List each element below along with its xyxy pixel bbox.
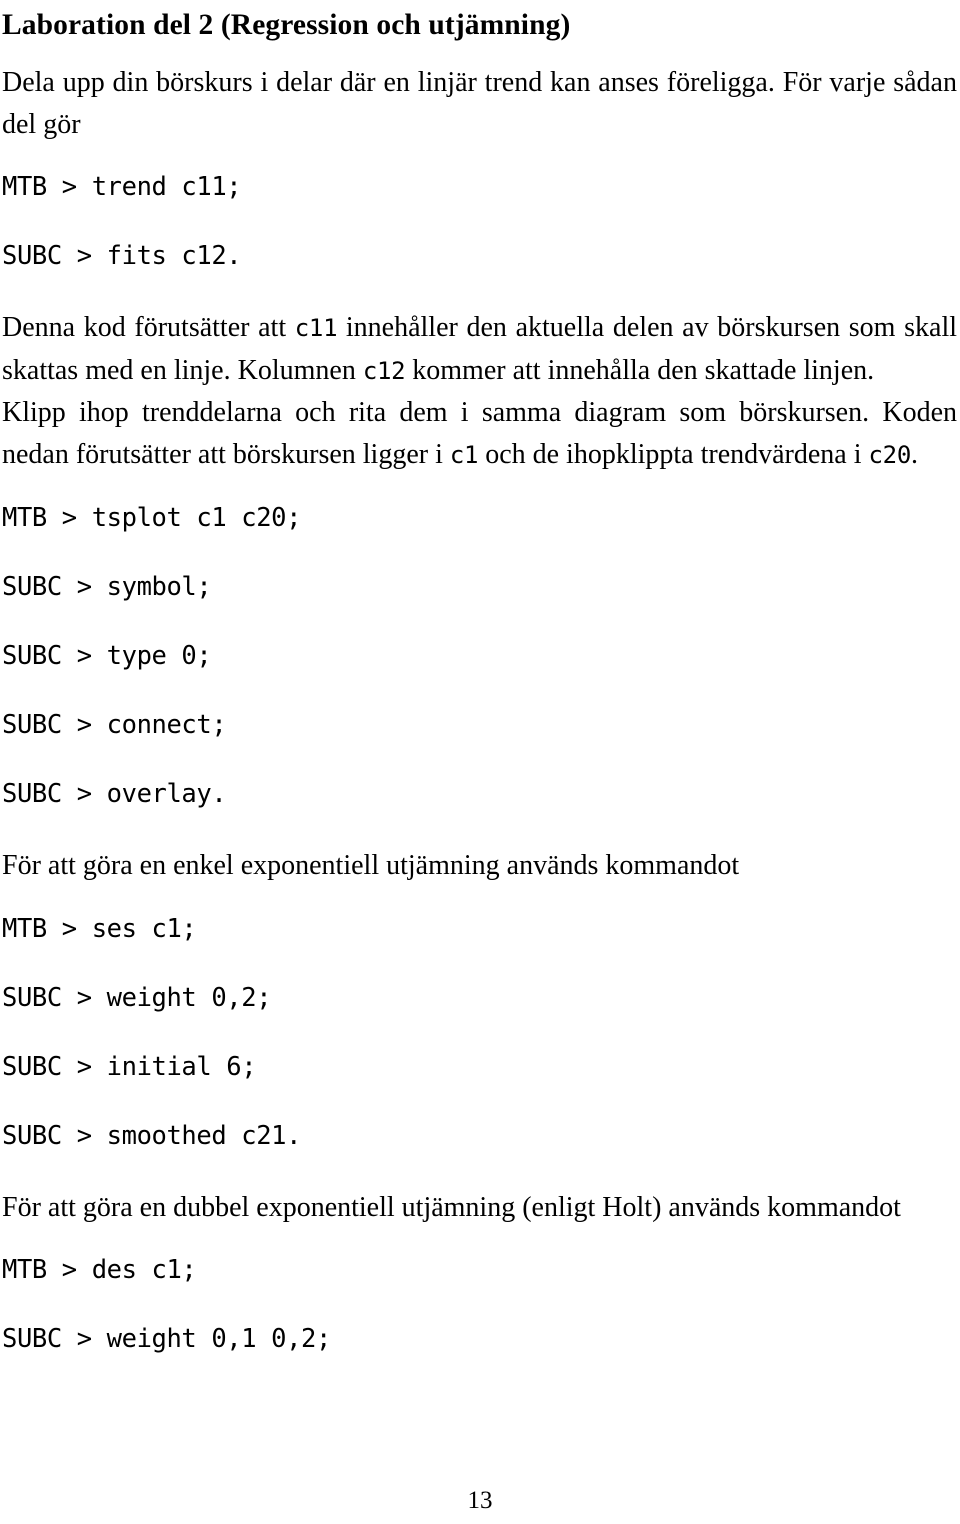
paragraph-text-segment: Denna kod förutsätter att [2,312,295,343]
command-line-des: MTB > des c1; [2,1255,197,1285]
command-line-smoothed: SUBC > smoothed c21. [2,1120,302,1151]
command-line-trend: MTB > trend c11; [2,172,242,202]
command-line-weight-des: SUBC > weight 0,1 0,2; [2,1324,331,1354]
paragraph-text-segment: . [910,438,918,470]
page-content: Laboration del 2 (Regression och utjämni… [2,8,957,1354]
paragraph-dubbel-utjamning: För att göra en dubbel exponentiell utjä… [2,1191,901,1223]
command-line-initial: SUBC > initial 6; [2,1051,257,1082]
paragraph-text-segment: och de ihopklippta trendvärdena i [478,438,869,470]
document-page: Laboration del 2 (Regression och utjämni… [0,0,960,1524]
command-line-symbol: SUBC > symbol; [2,572,212,602]
command-line-fits: SUBC > fits c12. [2,241,242,271]
command-line-tsplot: MTB > tsplot c1 c20; [2,503,302,533]
command-line-weight-ses: SUBC > weight 0,2; [2,982,272,1013]
paragraph-text-segment: kommer att innehålla den skattade linjen… [405,354,875,386]
page-title: Laboration del 2 (Regression och utjämni… [2,9,571,41]
command-line-ses: MTB > ses c1; [2,913,197,944]
page-number: 13 [467,1487,493,1514]
inline-code-c20: c20 [868,440,912,469]
inline-code-c12: c12 [362,356,406,385]
inline-code-c1: c1 [449,440,479,469]
paragraph-intro: Dela upp din börskurs i delar där en lin… [2,67,957,140]
paragraph-klipp-ihop: Klipp ihop trenddelarna och rita dem i s… [2,392,957,476]
command-line-connect: SUBC > connect; [2,710,227,740]
command-line-overlay: SUBC > overlay. [2,779,227,809]
inline-code-c11: c11 [294,314,338,342]
command-line-type: SUBC > type 0; [2,641,212,671]
paragraph-denna-kod: Denna kod förutsätter att c11 innehåller… [2,307,957,392]
paragraph-enkel-utjamning: För att göra en enkel exponentiell utjäm… [2,850,740,881]
